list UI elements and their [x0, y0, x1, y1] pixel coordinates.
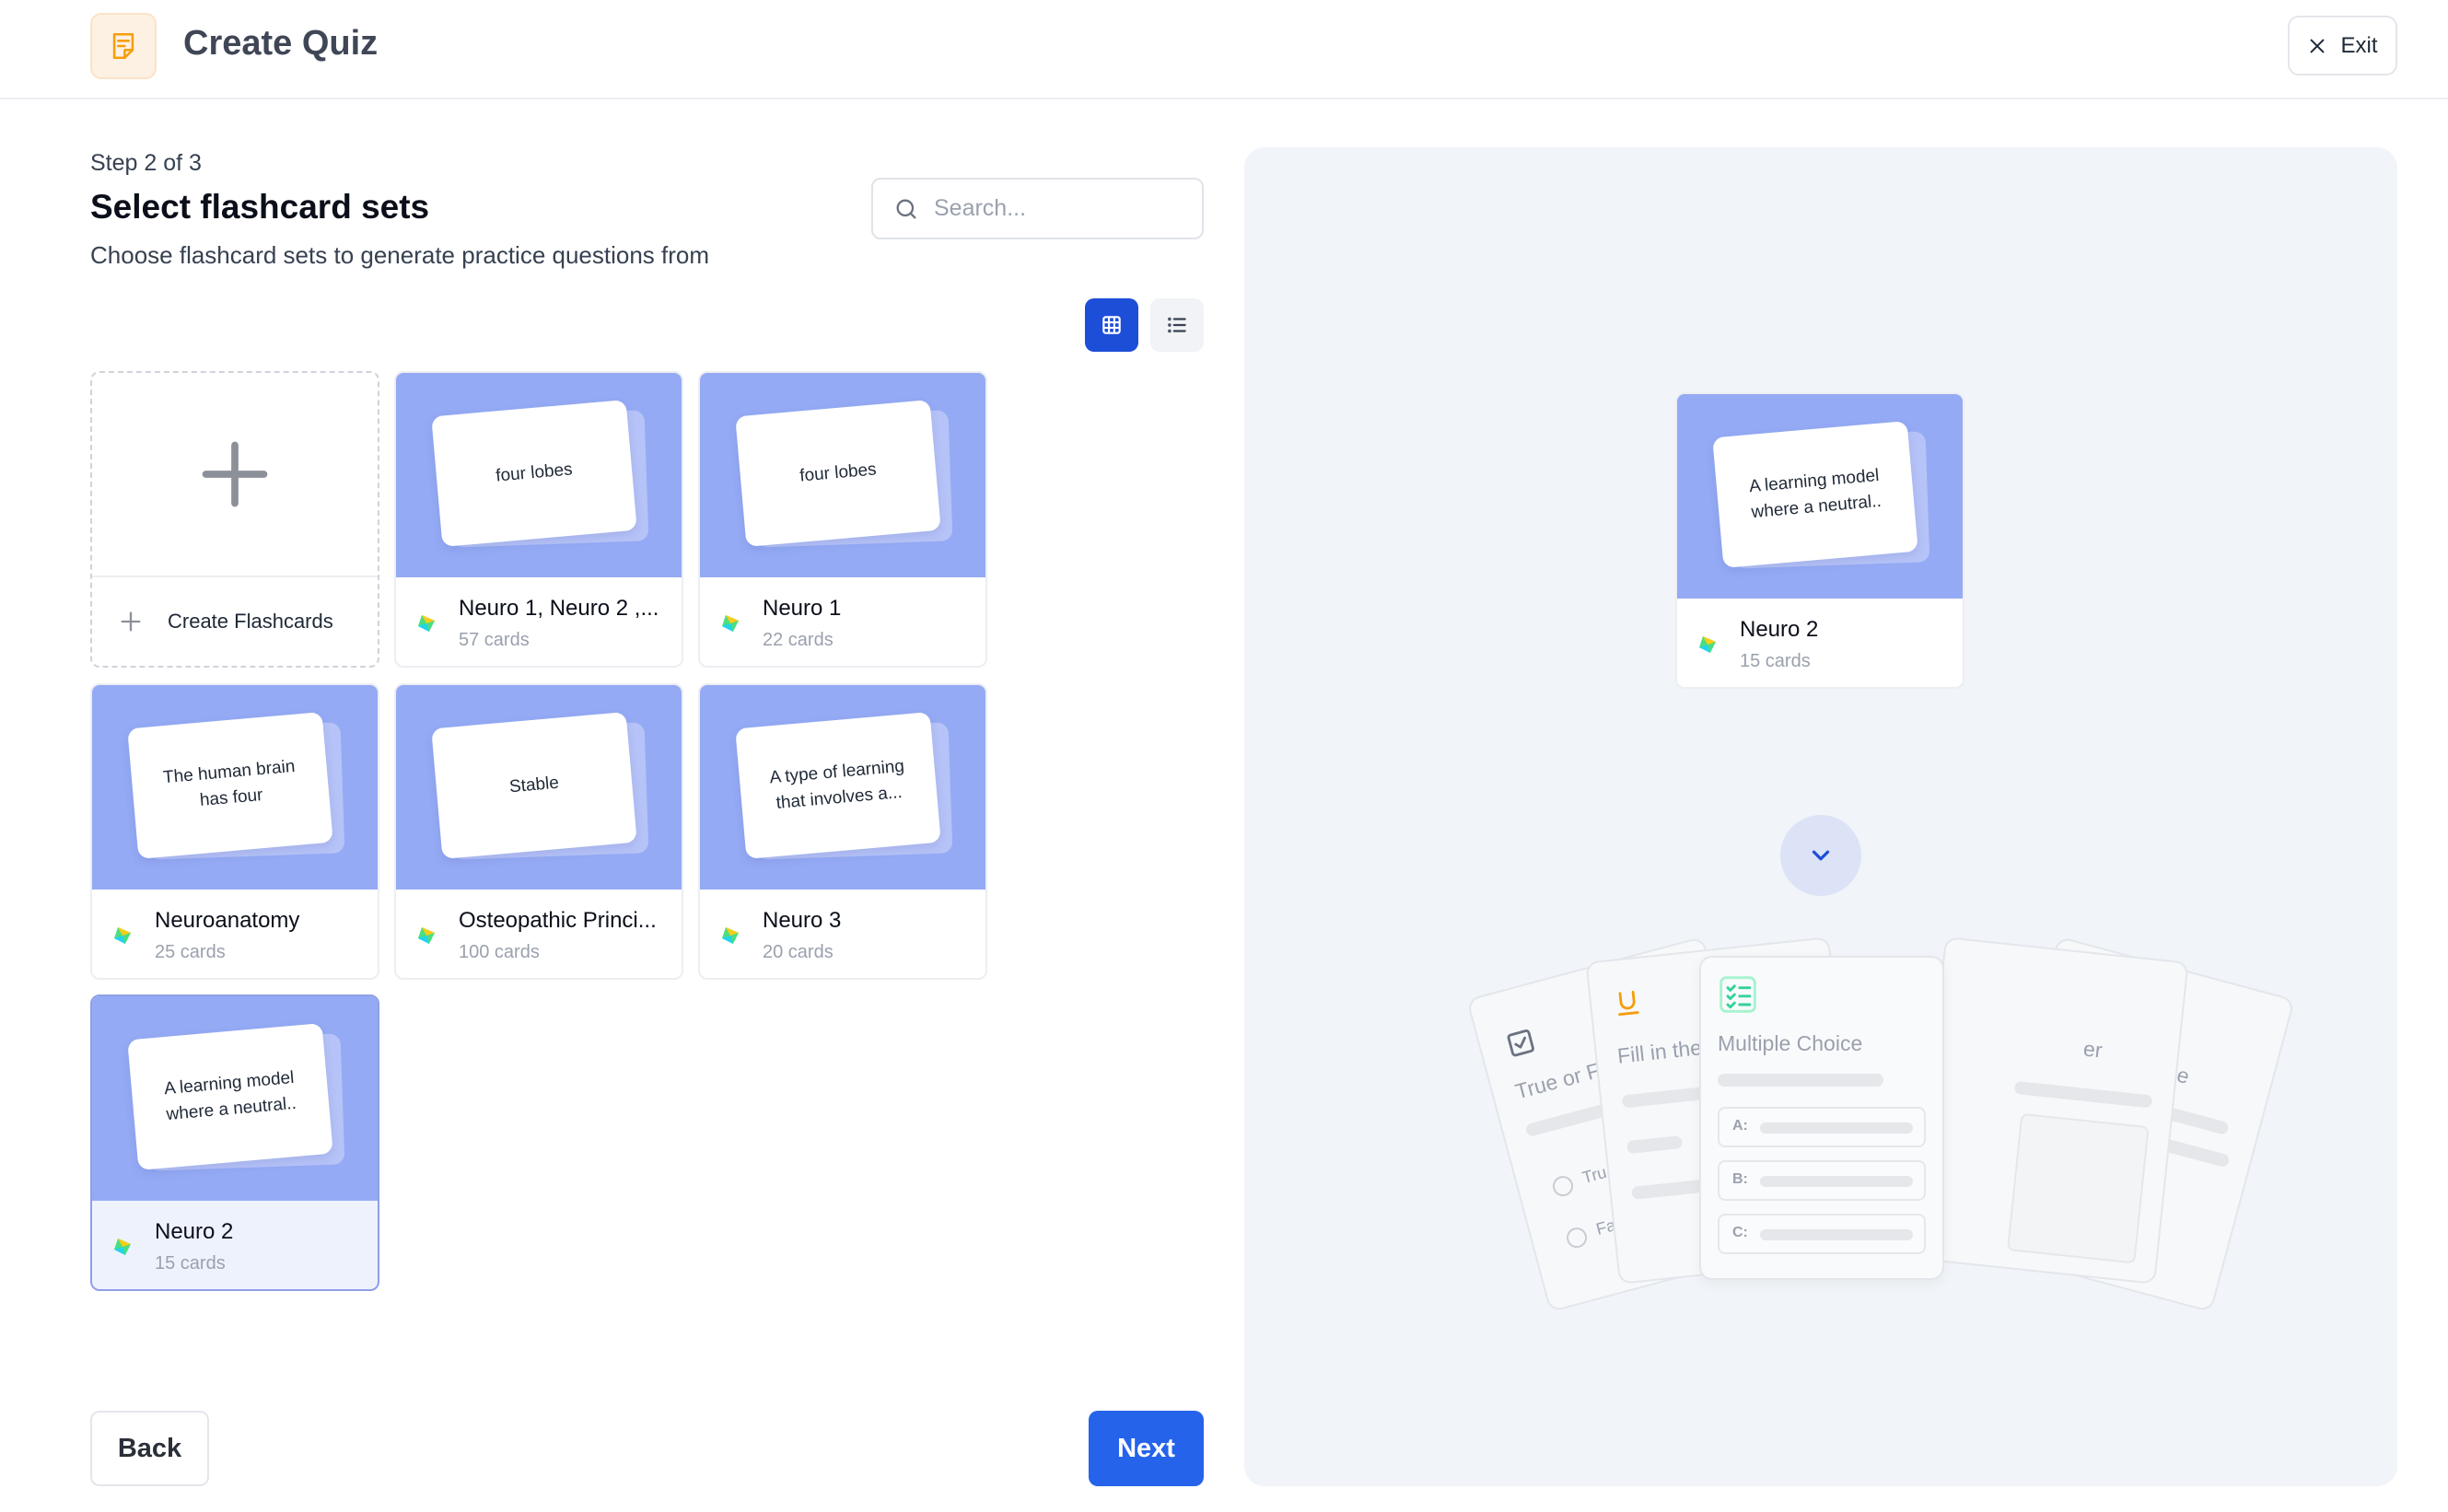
create-flashcards-card[interactable]: Create Flashcards: [90, 371, 379, 668]
flashcard-preview: four lobes: [431, 400, 637, 547]
exit-button[interactable]: Exit: [2288, 16, 2397, 76]
checklist-icon: [1719, 976, 1756, 1013]
plus-small-icon: [121, 611, 141, 632]
set-name: Neuro 1, Neuro 2 ,...: [459, 596, 659, 621]
flashcard-preview: A type of learning that involves a...: [735, 712, 941, 859]
flashcard-preview: A learning model where a neutral..: [1712, 421, 1918, 568]
create-flashcards-label: Create Flashcards: [168, 610, 333, 633]
set-card-count: 57 cards: [459, 630, 530, 650]
step-indicator: Step 2 of 3: [90, 150, 202, 176]
question-type-title: Multiple Choice: [1718, 1031, 1863, 1055]
close-icon: [2311, 39, 2325, 52]
radio-icon: [1564, 1225, 1590, 1250]
mc-option: B:: [1718, 1160, 1926, 1201]
back-button[interactable]: Back: [90, 1411, 209, 1486]
flashcard-preview: A learning model where a neutral..: [127, 1023, 333, 1170]
flashcard-set-icon: [114, 927, 131, 944]
flashcard-set-icon: [418, 927, 435, 944]
set-name: Neuro 1: [763, 596, 842, 621]
search-input[interactable]: [934, 195, 1173, 222]
question-type-title: True or F: [1512, 1058, 1603, 1104]
set-name: Osteopathic Princi...: [459, 908, 657, 933]
preview-panel: A learning model where a neutral.. Neuro…: [1244, 147, 2397, 1486]
set-card-count: 25 cards: [155, 942, 226, 962]
question-type-card-multiple-choice: Multiple Choice A: B: C:: [1699, 956, 1944, 1280]
flashcard-set-icon: [418, 615, 435, 632]
flashcard-set-card[interactable]: Stable Osteopathic Princi... 100 cards: [394, 683, 683, 980]
set-card-count: 15 cards: [155, 1253, 226, 1274]
set-name: Neuroanatomy: [155, 908, 300, 933]
list-icon: [1168, 317, 1186, 333]
search-icon: [896, 199, 916, 218]
header-bar: Create Quiz Exit: [0, 0, 2448, 99]
mc-option: A:: [1718, 1107, 1926, 1147]
flashcard-preview: Stable: [431, 712, 637, 859]
checkbox-icon: [1507, 1029, 1534, 1057]
grid-view-button[interactable]: [1085, 298, 1138, 352]
radio-icon: [1550, 1173, 1576, 1199]
document-icon: [90, 13, 157, 79]
flashcard-set-icon: [722, 927, 739, 944]
list-view-button[interactable]: [1150, 298, 1204, 352]
selected-set-preview-card: A learning model where a neutral.. Neuro…: [1675, 392, 1964, 689]
set-card-count: 100 cards: [459, 942, 540, 962]
search-box[interactable]: [871, 178, 1204, 239]
set-name: Neuro 2: [155, 1219, 234, 1244]
flashcard-set-icon: [114, 1239, 131, 1255]
page-subtitle: Choose flashcard sets to generate practi…: [90, 241, 710, 269]
flashcard-set-card[interactable]: A type of learning that involves a... Ne…: [698, 683, 987, 980]
mc-option: C:: [1718, 1214, 1926, 1254]
question-type-title: er: [2081, 1036, 2104, 1063]
question-type-title: Fill in the: [1615, 1035, 1704, 1068]
grid-icon: [1102, 316, 1121, 334]
arrow-down-indicator: [1780, 815, 1861, 896]
flashcard-set-card-selected[interactable]: A learning model where a neutral.. Neuro…: [90, 994, 379, 1291]
flashcard-set-icon: [1699, 636, 1716, 653]
page-header-title: Create Quiz: [183, 24, 379, 63]
plus-icon: [202, 441, 268, 507]
page-title: Select flashcard sets: [90, 188, 430, 226]
question-type-card-short-answer: er: [1911, 936, 2189, 1285]
chevron-down-icon: [1812, 850, 1830, 861]
underline-icon: [1618, 990, 1639, 1017]
set-card-count: 15 cards: [1740, 651, 1811, 671]
set-name: Neuro 2: [1740, 617, 1819, 642]
flashcard-set-card[interactable]: The human brain has four Neuroanatomy 25…: [90, 683, 379, 980]
set-name: Neuro 3: [763, 908, 842, 933]
flashcard-set-card[interactable]: four lobes Neuro 1 22 cards: [698, 371, 987, 668]
flashcard-preview: four lobes: [735, 400, 941, 547]
set-card-count: 20 cards: [763, 942, 833, 962]
set-card-count: 22 cards: [763, 630, 833, 650]
flashcard-preview: The human brain has four: [127, 712, 333, 859]
exit-label: Exit: [2340, 32, 2378, 58]
next-button[interactable]: Next: [1089, 1411, 1204, 1486]
flashcard-set-card[interactable]: four lobes Neuro 1, Neuro 2 ,... 57 card…: [394, 371, 683, 668]
flashcard-set-icon: [722, 615, 739, 632]
option-label: Tru: [1580, 1162, 1609, 1187]
